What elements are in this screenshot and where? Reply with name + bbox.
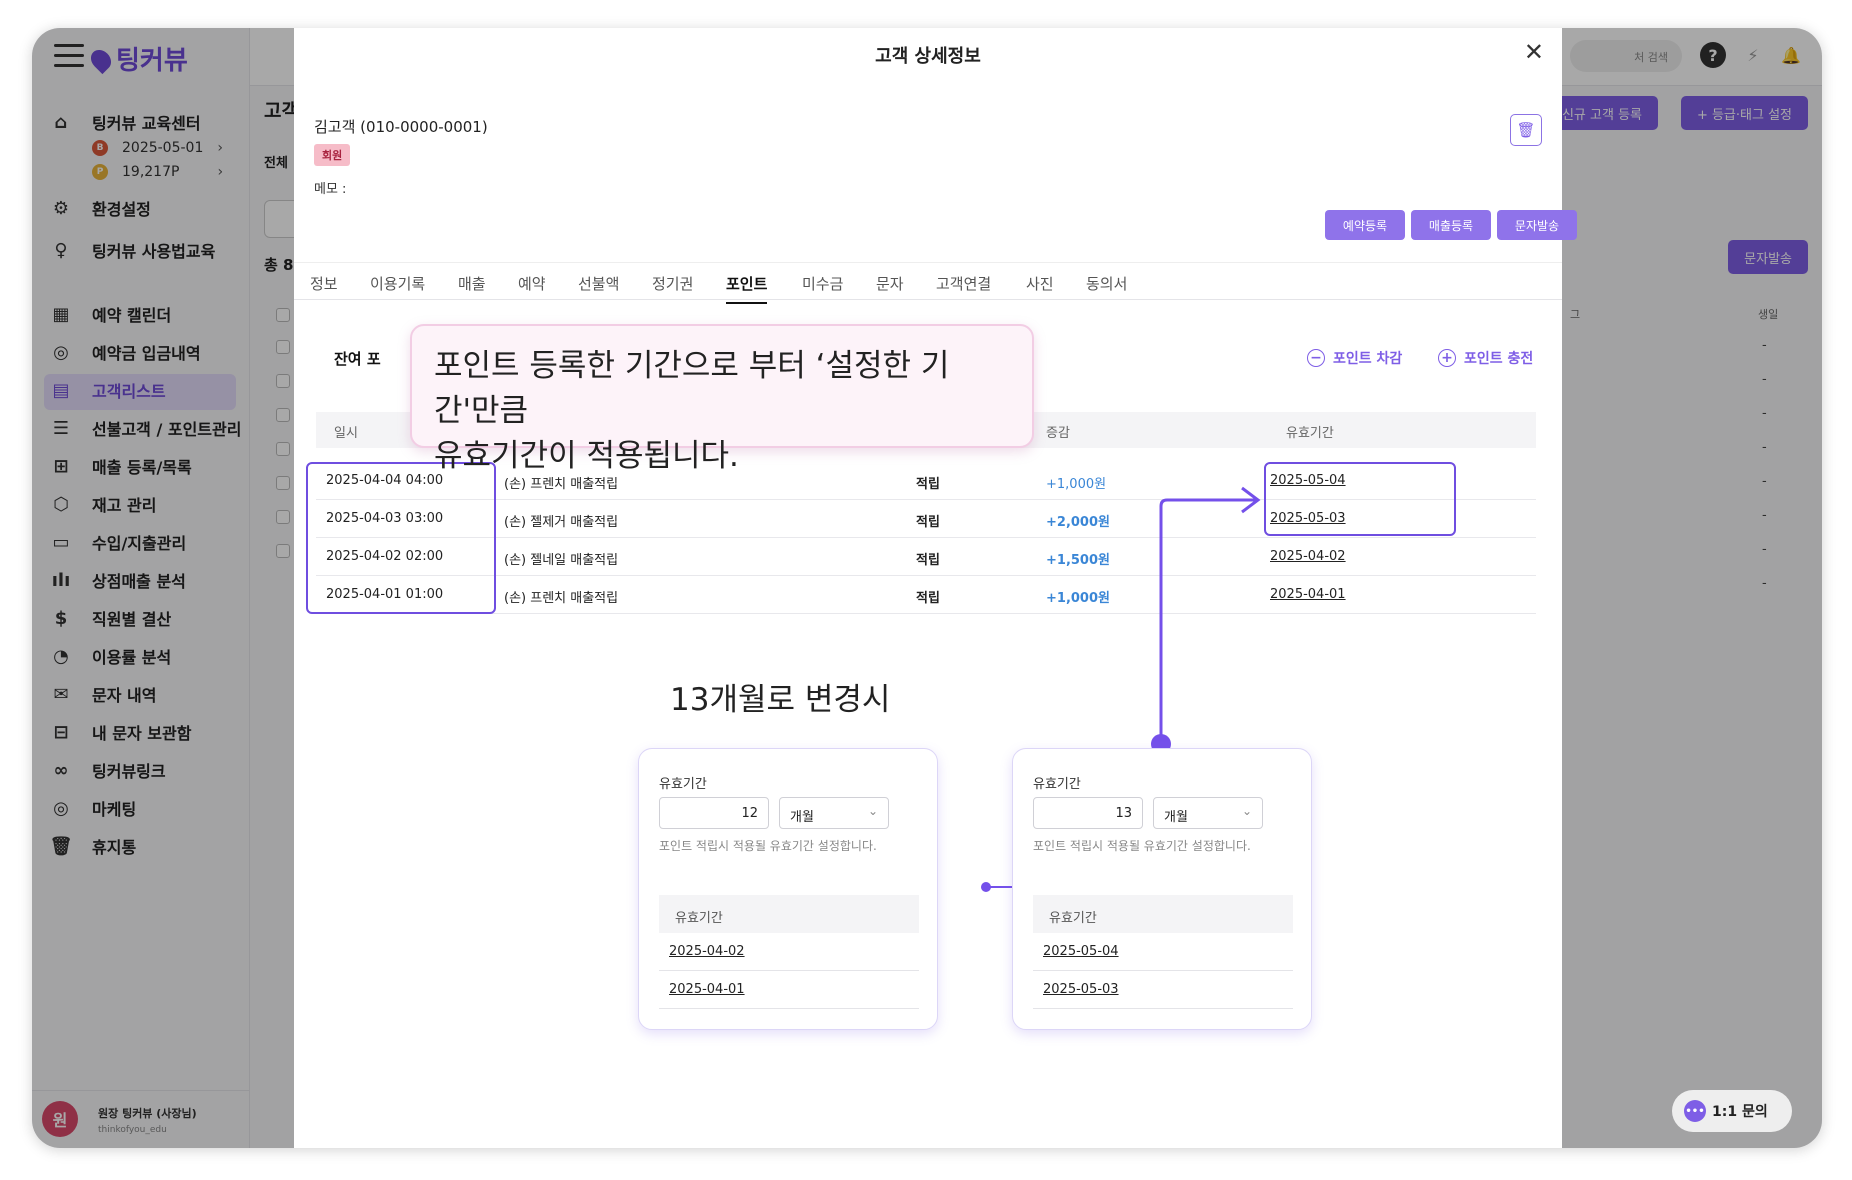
chat-bubble-icon: ••• bbox=[1684, 1100, 1706, 1122]
tab-photo[interactable]: 사진 bbox=[1026, 273, 1054, 294]
tab-sms[interactable]: 문자 bbox=[876, 273, 904, 294]
point-deduct-button[interactable]: − 포인트 차감 bbox=[1307, 348, 1402, 368]
mini-table-row: 2025-05-03 bbox=[1033, 971, 1293, 1009]
annotation-title: 13개월로 변경시 bbox=[670, 682, 891, 718]
th-change: 증감 bbox=[1046, 426, 1070, 441]
date-highlight-box bbox=[306, 462, 496, 614]
expiry-label: 유효기간 bbox=[659, 777, 707, 792]
chat-button[interactable]: ••• 1:1 문의 bbox=[1672, 1090, 1792, 1132]
expiry-setting-card: 유효기간 12 개월 ⌄ 포인트 적립시 적용될 유효기간 설정합니다. 유효기간… bbox=[638, 748, 938, 1030]
minus-circle-icon: − bbox=[1307, 349, 1325, 367]
tab-consent[interactable]: 동의서 bbox=[1086, 273, 1127, 294]
mini-table-row: 2025-04-01 bbox=[659, 971, 919, 1009]
expiry-setting-card: 유효기간 13 개월 ⌄ 포인트 적립시 적용될 유효기간 설정합니다. 유효기간… bbox=[1012, 748, 1312, 1030]
expiry-unit-select[interactable]: 개월 ⌄ bbox=[779, 797, 889, 829]
memo-label: 메모 : bbox=[314, 182, 347, 197]
expiry-label: 유효기간 bbox=[1033, 777, 1081, 792]
tab-points[interactable]: 포인트 bbox=[726, 273, 768, 304]
row-amount: +1,500원 bbox=[1046, 553, 1110, 568]
sms-send-button[interactable]: 문자발송 bbox=[1497, 210, 1577, 240]
row-expiry[interactable]: 2025-04-02 bbox=[1270, 549, 1346, 564]
row-kind: 적립 bbox=[916, 591, 940, 606]
row-amount: +2,000원 bbox=[1046, 515, 1110, 530]
tooltip-line-1: 포인트 등록한 기간으로 부터 ‘설정한 기간'만큼 bbox=[434, 348, 950, 429]
row-amount: +1,000원 bbox=[1046, 477, 1107, 492]
mini-table-header: 유효기간 bbox=[659, 895, 919, 933]
remaining-points-label: 잔여 포 bbox=[334, 350, 381, 368]
expiry-help-text: 포인트 적립시 적용될 유효기간 설정합니다. bbox=[659, 839, 877, 853]
modal-title: 고객 상세정보 bbox=[875, 46, 981, 67]
expiry-highlight-box bbox=[1264, 462, 1456, 536]
mini-table-header: 유효기간 bbox=[1033, 895, 1293, 933]
row-kind: 적립 bbox=[916, 553, 940, 568]
mini-table-row: 2025-05-04 bbox=[1033, 933, 1293, 971]
reservation-button[interactable]: 예약등록 bbox=[1325, 210, 1405, 240]
tab-prepaid[interactable]: 선불액 bbox=[578, 273, 619, 294]
app-window: 팅커뷰 ⌂ 팅커뷰 교육센터 B 2025-05-01 › P 19,217P › ⚙ 환경… bbox=[32, 28, 1822, 1148]
plus-circle-icon: + bbox=[1438, 349, 1456, 367]
customer-name: 김고객 (010-0000-0001) bbox=[314, 118, 488, 136]
table-row: 2025-04-01 01:00 (손) 프렌치 매출적립 적립 +1,000원… bbox=[316, 576, 1536, 614]
point-charge-button[interactable]: + 포인트 충전 bbox=[1438, 348, 1533, 368]
tab-sales[interactable]: 매출 bbox=[458, 273, 486, 294]
close-icon[interactable]: ✕ bbox=[1524, 38, 1544, 66]
row-kind: 적립 bbox=[916, 515, 940, 530]
chevron-down-icon: ⌄ bbox=[1241, 804, 1252, 818]
delete-customer-icon[interactable]: 🗑 bbox=[1510, 114, 1542, 146]
mini-table-row: 2025-04-02 bbox=[659, 933, 919, 971]
chevron-down-icon: ⌄ bbox=[867, 804, 878, 818]
tab-connect[interactable]: 고객연결 bbox=[936, 273, 991, 294]
row-desc: (손) 젤네일 매출적립 bbox=[504, 553, 619, 568]
row-desc: (손) 프렌치 매출적립 bbox=[504, 591, 619, 606]
expiry-number-input[interactable]: 13 bbox=[1033, 797, 1143, 829]
th-date: 일시 bbox=[334, 426, 358, 441]
member-badge: 회원 bbox=[314, 144, 351, 166]
row-expiry[interactable]: 2025-04-01 bbox=[1270, 587, 1346, 602]
tab-info[interactable]: 정보 bbox=[310, 273, 338, 294]
tab-usage[interactable]: 이용기록 bbox=[370, 273, 425, 294]
detail-tabs: 정보 이용기록 매출 예약 선불액 정기권 포인트 미수금 문자 고객연결 사진… bbox=[294, 262, 1562, 304]
row-amount: +1,000원 bbox=[1046, 591, 1110, 606]
expiry-unit-select[interactable]: 개월 ⌄ bbox=[1153, 797, 1263, 829]
tab-pass[interactable]: 정기권 bbox=[652, 273, 693, 294]
tooltip-line-2: 유효기간이 적용됩니다. bbox=[434, 438, 739, 474]
row-desc: (손) 젤제거 매출적립 bbox=[504, 515, 619, 530]
tab-reservation[interactable]: 예약 bbox=[518, 273, 546, 294]
expiry-number-input[interactable]: 12 bbox=[659, 797, 769, 829]
connector-dot bbox=[981, 882, 991, 892]
table-row: 2025-04-02 02:00 (손) 젤네일 매출적립 적립 +1,500원… bbox=[316, 538, 1536, 576]
tab-unpaid[interactable]: 미수금 bbox=[802, 273, 843, 294]
sales-button[interactable]: 매출등록 bbox=[1411, 210, 1491, 240]
info-tooltip: 포인트 등록한 기간으로 부터 ‘설정한 기간'만큼 유효기간이 적용됩니다. bbox=[410, 324, 1034, 474]
expiry-help-text: 포인트 적립시 적용될 유효기간 설정합니다. bbox=[1033, 839, 1251, 853]
th-expiry: 유효기간 bbox=[1286, 426, 1334, 441]
